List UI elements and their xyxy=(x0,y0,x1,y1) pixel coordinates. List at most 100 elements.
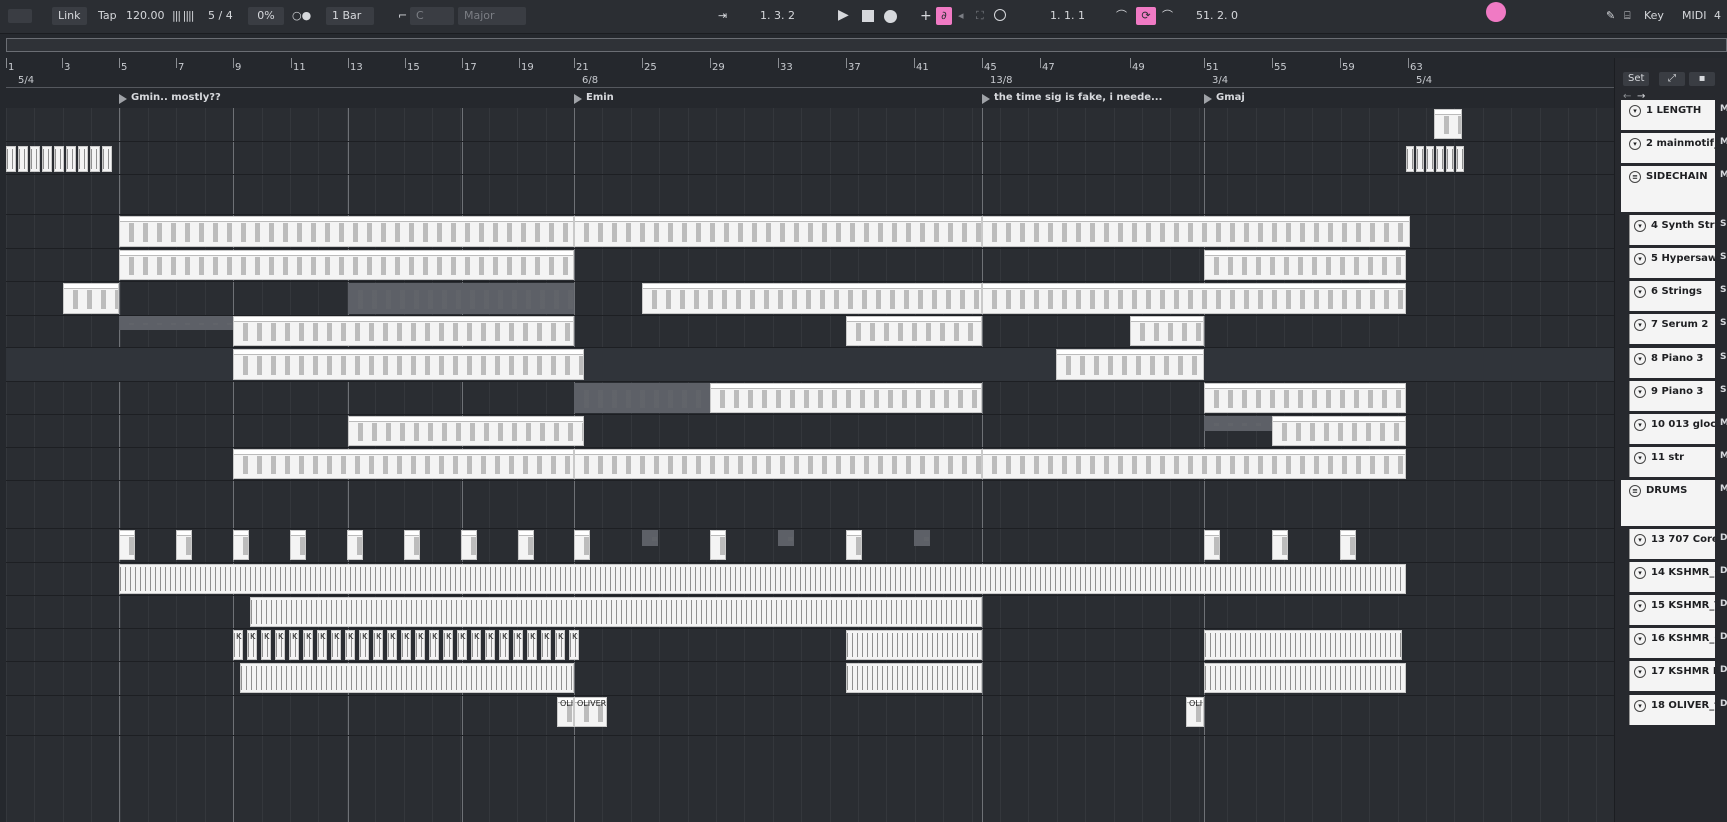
scale-dropdown[interactable]: Major xyxy=(458,7,526,25)
midi-clip[interactable] xyxy=(574,216,982,247)
midi-clip[interactable] xyxy=(914,530,930,546)
track-lane[interactable] xyxy=(6,108,1614,142)
track-header[interactable]: ▾ 16 KSHMR_O xyxy=(1629,628,1715,658)
track-fold-icon[interactable]: ▾ xyxy=(1634,633,1646,645)
punch-out-icon[interactable]: ⌒ xyxy=(1162,7,1173,25)
group-fold-icon[interactable]: ≡ xyxy=(1629,171,1641,183)
time-signature-marker[interactable]: 3/4 xyxy=(1212,75,1228,86)
track-fold-icon[interactable]: ▾ xyxy=(1634,253,1646,265)
beat-time-ruler[interactable]: 1 3 5 7 9 11 13 15 17 19 21 25 29 33 37 41 45 47 49 51 55 59 6… xyxy=(6,58,1614,88)
midi-clip[interactable] xyxy=(90,146,100,172)
zoom-to-fit-icon[interactable]: ⤢ xyxy=(1659,72,1685,86)
midi-clip[interactable]: OLIVER xyxy=(574,697,607,727)
locator-marker[interactable]: the time sig is fake, i neede... xyxy=(982,92,1162,104)
song-position-field[interactable]: 1. 3. 2 xyxy=(760,7,795,25)
back-to-arrangement-icon[interactable]: ◂ xyxy=(958,7,964,25)
capture-icon[interactable]: ⛶ xyxy=(976,7,984,25)
midi-clip[interactable]: KS xyxy=(401,630,411,660)
midi-clip[interactable] xyxy=(574,383,710,413)
midi-clip[interactable] xyxy=(1434,109,1462,139)
locator-marker[interactable]: Gmaj xyxy=(1204,92,1245,104)
midi-clip[interactable]: KS xyxy=(457,630,467,660)
track-header[interactable]: ≡ DRUMS xyxy=(1621,480,1715,526)
midi-clip[interactable] xyxy=(982,283,1406,314)
midi-clip[interactable] xyxy=(233,349,584,380)
midi-clip[interactable]: KS xyxy=(261,630,271,660)
track-header[interactable]: ▾ 6 Strings xyxy=(1629,281,1715,311)
automation-arm-icon[interactable]: ∂ xyxy=(936,7,952,25)
track-header[interactable]: ≡ SIDECHAIN xyxy=(1621,166,1715,212)
track-lane[interactable] xyxy=(6,142,1614,175)
midi-clip[interactable]: KS xyxy=(499,630,509,660)
track-header[interactable]: ▾ 1 LENGTH xyxy=(1621,100,1715,130)
midi-clip[interactable] xyxy=(1204,630,1402,660)
midi-clip[interactable]: KS xyxy=(485,630,495,660)
play-button[interactable]: ▶ xyxy=(838,7,849,25)
midi-clip[interactable] xyxy=(250,597,982,627)
key-dropdown[interactable]: C xyxy=(410,7,454,25)
midi-clip[interactable]: KS xyxy=(317,630,327,660)
midi-clip[interactable] xyxy=(1130,316,1204,346)
midi-clip[interactable]: KS xyxy=(387,630,397,660)
midi-clip[interactable] xyxy=(982,449,1406,479)
midi-clip[interactable]: KS xyxy=(541,630,551,660)
track-fold-icon[interactable]: ▾ xyxy=(1634,286,1646,298)
midi-clip[interactable]: KS xyxy=(275,630,285,660)
track-header[interactable]: ▾ 7 Serum 2 xyxy=(1629,314,1715,344)
metronome-bars-icon[interactable]: ||| |||| xyxy=(172,7,194,25)
midi-clip[interactable]: KS xyxy=(555,630,565,660)
midi-clip[interactable] xyxy=(642,283,982,314)
midi-clip[interactable] xyxy=(461,530,477,560)
midi-map-button[interactable]: MIDI xyxy=(1682,7,1706,25)
punch-in-icon[interactable]: ⌒ xyxy=(1116,7,1127,25)
track-fold-icon[interactable]: ▾ xyxy=(1634,419,1646,431)
midi-clip[interactable] xyxy=(518,530,534,560)
time-signature-marker[interactable]: 5/4 xyxy=(18,75,34,86)
midi-clip[interactable]: KS xyxy=(233,630,243,660)
midi-clip[interactable]: OLI xyxy=(1186,697,1204,727)
midi-clip[interactable] xyxy=(1446,146,1454,172)
midi-clip[interactable]: KS xyxy=(513,630,523,660)
midi-clip[interactable]: KS xyxy=(289,630,299,660)
midi-clip[interactable] xyxy=(1204,530,1220,560)
track-header[interactable]: ▾ 15 KSHMR_Ti xyxy=(1629,595,1715,625)
midi-clip[interactable]: KS xyxy=(527,630,537,660)
track-fold-icon[interactable]: ▾ xyxy=(1634,567,1646,579)
midi-clip[interactable] xyxy=(846,630,982,660)
midi-clip[interactable] xyxy=(1204,383,1406,413)
midi-clip[interactable] xyxy=(54,146,64,172)
loop-length-field[interactable]: 51. 2. 0 xyxy=(1196,7,1238,25)
midi-clip[interactable]: KS xyxy=(373,630,383,660)
metronome-icon[interactable]: ○● xyxy=(292,7,311,25)
midi-clip[interactable] xyxy=(404,530,420,560)
track-header[interactable]: ▾ 4 Synth Strin xyxy=(1629,215,1715,245)
midi-clip[interactable] xyxy=(1416,146,1424,172)
group-fold-icon[interactable]: ≡ xyxy=(1629,485,1641,497)
midi-clip[interactable] xyxy=(119,530,135,560)
groove-amount-field[interactable]: 0% xyxy=(248,7,284,25)
midi-clip[interactable]: KS xyxy=(345,630,355,660)
link-button[interactable]: Link xyxy=(52,7,87,25)
midi-clip[interactable] xyxy=(119,250,574,280)
midi-clip[interactable] xyxy=(233,530,249,560)
arrangement-view[interactable]: KS KS KS KS KS KS KS KS KS KS KS KS KS KS KS KS KS KS KS KS… xyxy=(6,108,1614,822)
midi-clip[interactable] xyxy=(846,316,982,346)
midi-clip[interactable] xyxy=(1456,146,1464,172)
loop-start-field[interactable]: 1. 1. 1 xyxy=(1050,7,1085,25)
midi-clip[interactable] xyxy=(982,216,1410,247)
midi-clip[interactable]: KS xyxy=(429,630,439,660)
midi-clip[interactable] xyxy=(348,283,574,314)
track-fold-icon[interactable]: ▾ xyxy=(1634,700,1646,712)
locator-marker[interactable]: Emin xyxy=(574,92,614,104)
track-header[interactable]: ▾ 18 OLIVER_fx xyxy=(1629,695,1715,725)
midi-clip[interactable] xyxy=(233,316,574,346)
arrangement-overview[interactable] xyxy=(6,38,1727,52)
midi-clip[interactable] xyxy=(1204,663,1406,693)
track-fold-icon[interactable]: ▾ xyxy=(1634,600,1646,612)
draw-mode-icon[interactable]: ✎ xyxy=(1606,7,1615,25)
overdub-icon[interactable]: + xyxy=(920,7,932,25)
midi-clip[interactable] xyxy=(78,146,88,172)
time-signature-marker[interactable]: 13/8 xyxy=(990,75,1012,86)
tap-tempo-button[interactable]: Tap xyxy=(92,7,123,25)
midi-clip[interactable] xyxy=(710,530,726,560)
